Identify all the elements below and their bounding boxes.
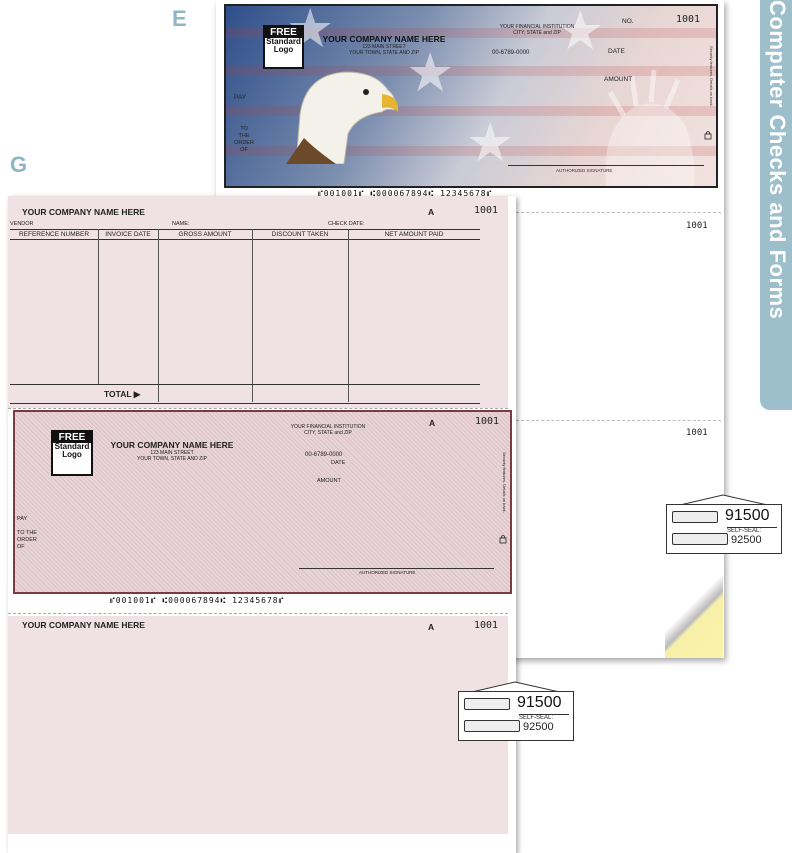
self-seal-sticker-g: 91500 SELF-SEAL: 92500 <box>458 681 574 741</box>
total-label: TOTAL ▶ <box>104 389 141 399</box>
check-number: 1001 <box>676 14 701 25</box>
date-label: DATE <box>608 48 625 55</box>
sheet-g: YOUR COMPANY NAME HERE A 1001 VENDOR NAM… <box>8 196 574 853</box>
pay-label: PAY <box>234 94 247 101</box>
stub2-company: YOUR COMPANY NAME HERE <box>22 620 145 630</box>
eagle-illustration <box>286 71 399 164</box>
stub-number: 1001 <box>474 205 499 216</box>
security-note: Security features. Details on back. <box>709 46 714 107</box>
logo-placeholder: FREE Standard Logo <box>263 25 304 69</box>
signature-line <box>508 165 704 166</box>
stub-section-2: YOUR COMPANY NAME HERE A 1001 <box>8 616 508 834</box>
check-g: FREE Standard Logo YOUR COMPANY NAME HER… <box>13 410 512 594</box>
check-number-g: 1001 <box>475 416 500 427</box>
section-label-e: E <box>172 6 187 31</box>
page-curl <box>665 575 723 658</box>
bank-city: CITY, STATE and ZIP <box>513 30 561 36</box>
date-label-g: DATE <box>331 460 346 466</box>
stub-number-e2: 1001 <box>686 428 708 438</box>
pay-label-g: PAY <box>17 516 28 522</box>
signature-label-g: AUTHORIZED SIGNATURE <box>359 570 416 575</box>
section-label-g: G <box>10 152 28 177</box>
col-net-amount: NET AMOUNT PAID <box>384 231 444 238</box>
company-city: YOUR TOWN, STATE AND ZIP <box>349 50 419 56</box>
col-invoice-date: INVOICE DATE <box>105 231 151 238</box>
lock-icon <box>704 131 712 140</box>
side-tab: Computer Checks and Forms <box>760 0 792 410</box>
signature-label: AUTHORIZED SIGNATURE <box>556 168 613 173</box>
col-gross-amount: GROSS AMOUNT <box>178 231 232 238</box>
company-name: YOUR COMPANY NAME HERE <box>322 34 446 44</box>
lock-icon-g <box>499 535 507 544</box>
col-reference: REFERENCE NUMBER <box>18 231 90 238</box>
logo-placeholder-g: FREE Standard Logo <box>51 430 93 476</box>
col-discount-taken: DISCOUNT TAKEN <box>271 231 329 238</box>
check-no-label: NO. <box>622 18 634 25</box>
stub2-number: 1001 <box>474 620 499 631</box>
stub-section: YOUR COMPANY NAME HERE A 1001 VENDOR NAM… <box>8 196 508 408</box>
routing-fraction: 00-6789-0000 <box>492 50 530 56</box>
self-seal-sticker-e: 91500 SELF-SEAL: 92500 <box>666 494 782 554</box>
amount-label: AMOUNT <box>604 76 633 83</box>
stub-company: YOUR COMPANY NAME HERE <box>22 207 145 217</box>
check-e: ★ ★ ★ ★ FREE Standard Logo YOUR COMPANY … <box>224 4 718 188</box>
stub-number-e1: 1001 <box>686 221 708 231</box>
amount-label-g: AMOUNT <box>317 478 341 484</box>
micr-line-g: ⑈001001⑈ ⑆000067894⑆ 12345678⑈ <box>110 596 285 605</box>
stub-letter: A <box>428 207 435 217</box>
company-name-g: YOUR COMPANY NAME HERE <box>110 440 234 450</box>
side-tab-label: Computer Checks and Forms <box>765 0 790 320</box>
